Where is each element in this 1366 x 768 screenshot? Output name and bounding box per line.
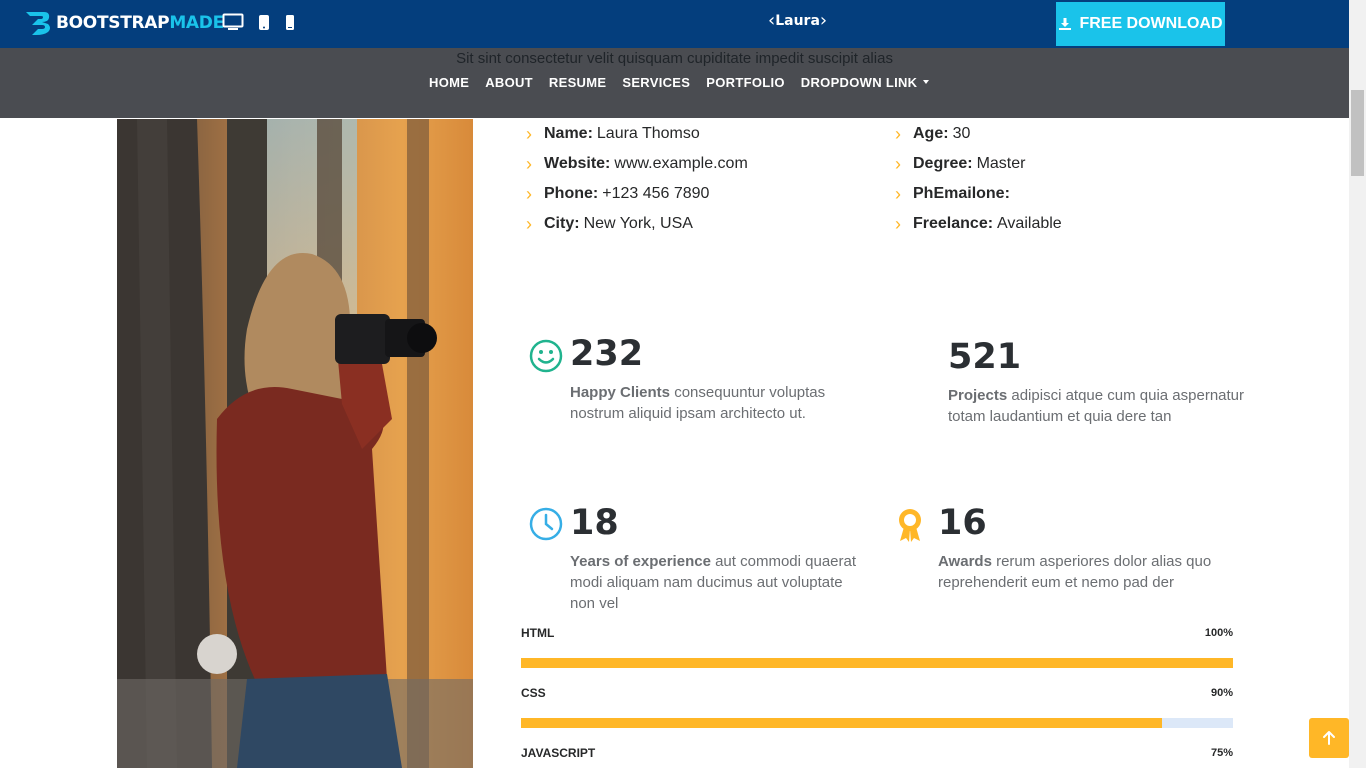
scrollbar-thumb[interactable] <box>1351 90 1364 176</box>
chevron-right-icon: › <box>526 213 532 234</box>
counter-description: Years of experience aut commodi quaerat … <box>570 551 856 614</box>
counter-description: Projects adipisci atque cum quia asperna… <box>948 385 1244 427</box>
award-icon <box>899 509 921 542</box>
arrow-up-icon <box>1323 731 1335 745</box>
info-label: Website: <box>544 155 611 172</box>
nav-services[interactable]: SERVICES <box>622 75 690 90</box>
counter-text-line: nostrum aliquid ipsam architecto ut. <box>570 405 806 422</box>
skill-percent: 90% <box>1210 687 1233 699</box>
info-label: Freelance: <box>913 215 994 232</box>
back-to-top-button[interactable] <box>1309 718 1349 758</box>
info-value: Laura Thomso <box>596 125 700 142</box>
info-label: PhEmailone: <box>913 185 1010 202</box>
counter-text-line: totam laudantium et quia dere tan <box>948 408 1172 425</box>
info-value: +123 456 7890 <box>602 185 710 202</box>
counter-title: Awards <box>938 553 992 570</box>
next-theme-icon[interactable]: › <box>820 12 827 30</box>
info-name: › Name: Laura Thomso <box>526 123 700 145</box>
main-nav: HOME ABOUT RESUME SERVICES PORTFOLIO DRO… <box>429 75 929 90</box>
counter-text-line: modi aliquam nam ducimus aut voluptate <box>570 574 843 591</box>
smile-icon <box>529 339 563 373</box>
info-city: › City: New York, USA <box>526 213 693 235</box>
nav-about[interactable]: ABOUT <box>485 75 533 90</box>
chevron-right-icon: › <box>526 153 532 174</box>
counter-text-line: adipisci atque cum quia aspernatur <box>1011 387 1245 404</box>
counter-title: Happy Clients <box>570 384 671 401</box>
info-website: › Website: www.example.com <box>526 153 748 175</box>
skill-progress-fill <box>521 718 1162 728</box>
info-label: City: <box>544 215 580 232</box>
brand-text: BOOTSTRAPMADE <box>56 13 224 33</box>
brand-main: BOOTSTRAP <box>56 13 170 33</box>
info-label: Phone: <box>544 185 599 202</box>
nav-portfolio[interactable]: PORTFOLIO <box>706 75 785 90</box>
skill-name: CSS <box>521 686 546 700</box>
chevron-right-icon: › <box>526 183 532 204</box>
info-value: www.example.com <box>614 155 748 172</box>
info-email: › PhEmailone: <box>895 183 1014 205</box>
chevron-right-icon: › <box>895 153 901 174</box>
chevron-right-icon: › <box>895 183 901 204</box>
download-label: FREE DOWNLOAD <box>1079 15 1223 32</box>
counter-number: 232 <box>570 334 644 374</box>
counter-description: Happy Clients consequuntur voluptas nost… <box>570 382 825 424</box>
info-value: New York, USA <box>583 215 693 232</box>
counter-text-line: non vel <box>570 595 619 612</box>
skill-progress-bar <box>521 658 1233 668</box>
site-header: Sit sint consectetur velit quisquam cupi… <box>0 48 1349 118</box>
info-value: Available <box>997 215 1062 232</box>
bootstrapmade-bar: BOOTSTRAPMADE ‹ Laura › FREE DOWNLOAD <box>0 0 1349 48</box>
skill-progress-fill <box>521 658 1233 668</box>
clock-icon <box>529 507 563 541</box>
skill-percent: 75% <box>1210 747 1233 759</box>
counter-text-line: consequuntur voluptas <box>674 384 826 401</box>
info-degree: › Degree: Master <box>895 153 1025 175</box>
nav-dropdown-link[interactable]: DROPDOWN LINK <box>801 75 930 90</box>
info-label: Name: <box>544 125 593 142</box>
skill-name: HTML <box>521 626 555 640</box>
skill-percent: 100% <box>1204 627 1233 639</box>
theme-name: Laura <box>775 13 820 29</box>
counter-number: 16 <box>938 503 987 543</box>
info-value: 30 <box>952 125 971 142</box>
desktop-icon[interactable] <box>222 13 244 31</box>
info-freelance: › Freelance: Available <box>895 213 1062 235</box>
counter-title: Projects <box>948 387 1008 404</box>
page-scrollbar[interactable] <box>1349 0 1366 768</box>
download-icon <box>1059 18 1072 30</box>
counter-description: Awards rerum asperiores dolor alias quo … <box>938 551 1211 593</box>
counter-text-line: reprehenderit eum et nemo pad der <box>938 574 1174 591</box>
profile-photo <box>117 119 473 768</box>
info-label: Age: <box>913 125 949 142</box>
info-age: › Age: 30 <box>895 123 970 145</box>
device-switcher <box>222 13 296 31</box>
logo-icon <box>26 12 50 35</box>
counter-number: 521 <box>948 337 1022 377</box>
chevron-right-icon: › <box>895 123 901 144</box>
chevron-right-icon: › <box>526 123 532 144</box>
counter-text-line: aut commodi quaerat <box>715 553 857 570</box>
info-phone: › Phone: +123 456 7890 <box>526 183 709 205</box>
brand-accent: MADE <box>169 13 224 33</box>
counter-number: 18 <box>570 503 619 543</box>
skill-name: JAVASCRIPT <box>521 746 596 760</box>
tablet-icon[interactable] <box>258 14 270 31</box>
info-value: Master <box>976 155 1026 172</box>
nav-home[interactable]: HOME <box>429 75 469 90</box>
previous-theme-icon[interactable]: ‹ <box>768 12 775 30</box>
skill-progress-bar <box>521 718 1233 728</box>
site-subtitle: Sit sint consectetur velit quisquam cupi… <box>456 50 893 67</box>
counter-title: Years of experience <box>570 553 711 570</box>
nav-resume[interactable]: RESUME <box>549 75 606 90</box>
phone-icon[interactable] <box>284 14 296 31</box>
info-label: Degree: <box>913 155 973 172</box>
theme-navigator: ‹ Laura › <box>768 12 827 30</box>
counter-text-line: rerum asperiores dolor alias quo <box>996 553 1212 570</box>
free-download-button[interactable]: FREE DOWNLOAD <box>1056 2 1225 46</box>
bootstrapmade-logo[interactable]: BOOTSTRAPMADE <box>24 10 224 36</box>
chevron-right-icon: › <box>895 213 901 234</box>
